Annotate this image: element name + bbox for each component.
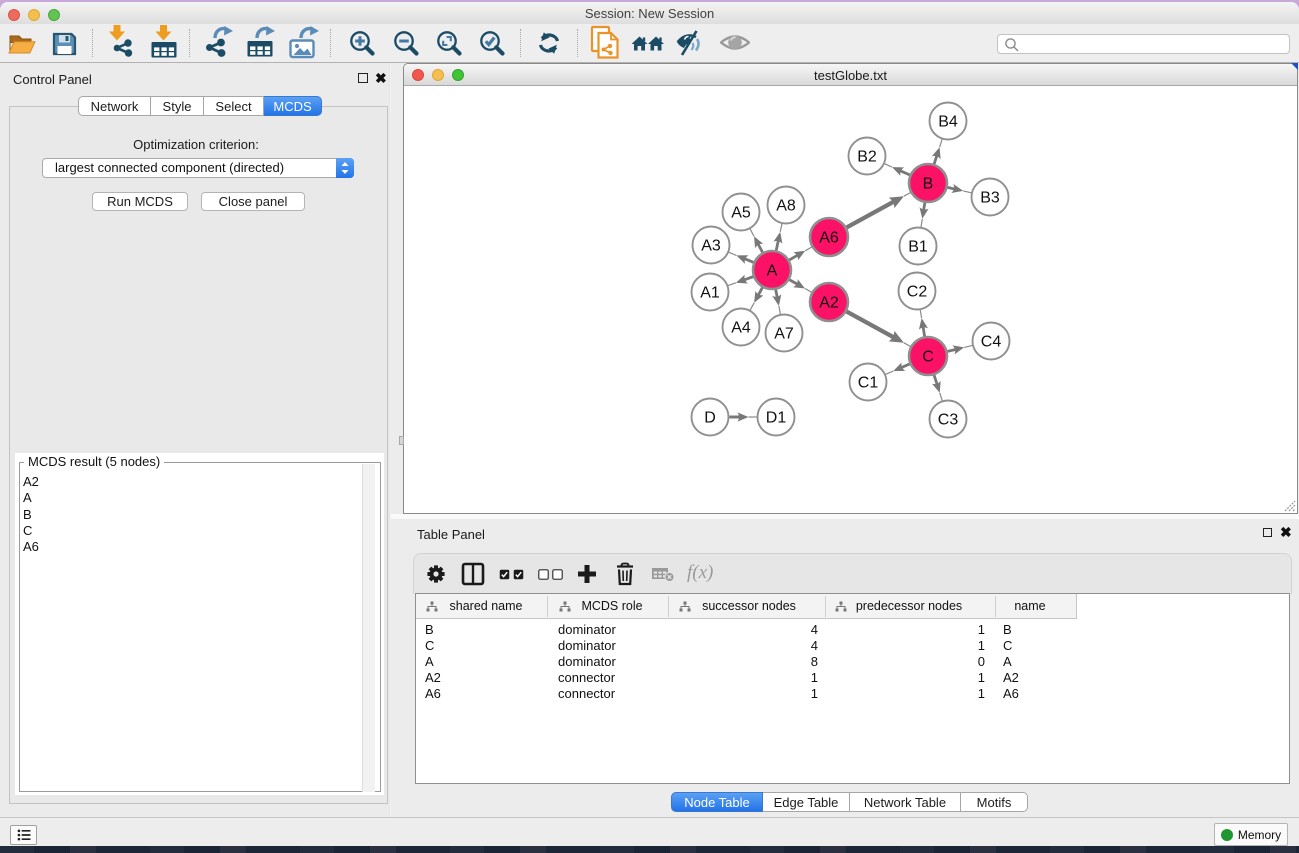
svg-text:A2: A2 <box>819 295 839 312</box>
svg-text:B4: B4 <box>938 114 958 131</box>
svg-text:A4: A4 <box>731 320 751 337</box>
svg-text:A1: A1 <box>700 285 720 302</box>
svg-text:C: C <box>922 349 934 366</box>
svg-text:A7: A7 <box>774 326 794 343</box>
svg-text:C3: C3 <box>938 412 959 429</box>
svg-text:B: B <box>923 176 934 193</box>
svg-text:A8: A8 <box>776 198 796 215</box>
svg-text:B3: B3 <box>980 190 1000 207</box>
svg-text:A: A <box>767 263 778 280</box>
svg-text:B1: B1 <box>908 239 928 256</box>
svg-text:D1: D1 <box>766 410 787 427</box>
svg-text:A3: A3 <box>701 238 721 255</box>
svg-text:A5: A5 <box>731 205 751 222</box>
svg-text:D: D <box>704 410 716 427</box>
svg-text:C1: C1 <box>858 375 879 392</box>
svg-text:C2: C2 <box>907 284 928 301</box>
svg-text:C4: C4 <box>981 334 1002 351</box>
svg-text:B2: B2 <box>857 149 877 166</box>
svg-text:A6: A6 <box>819 230 839 247</box>
